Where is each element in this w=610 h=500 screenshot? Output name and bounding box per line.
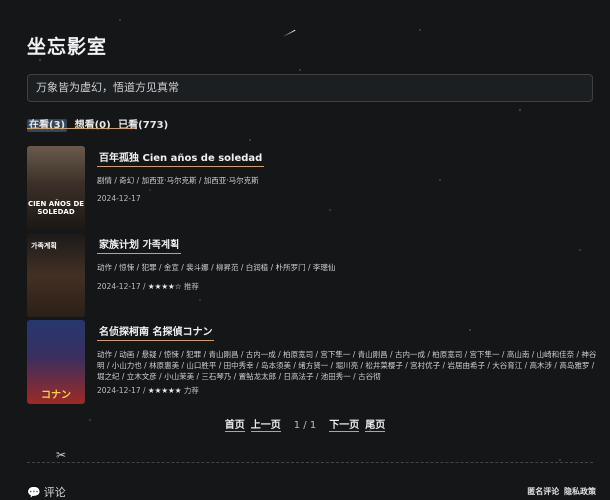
page-title: 坐忘影室 — [27, 36, 108, 58]
last-page-link[interactable]: 尾页 — [365, 420, 386, 432]
privacy-policy-link[interactable]: 隐私政策 — [564, 487, 596, 496]
star-rating: ★★★★★ — [147, 386, 182, 395]
item-date-rating: 2024-12-17 / ★★★★★ 力荐 — [97, 385, 597, 396]
prev-page-link[interactable]: 上一页 — [250, 420, 281, 432]
tab-want-to-watch[interactable]: 想看(0) — [75, 120, 111, 131]
item-info: 名侦探柯南 名探偵コナン 动作 / 动画 / 悬疑 / 惊悚 / 犯罪 / 青山… — [97, 320, 597, 396]
next-page-link[interactable]: 下一页 — [329, 420, 360, 432]
movie-poster[interactable]: コナン — [27, 320, 85, 404]
movie-poster[interactable]: 가족계획 — [27, 233, 85, 317]
item-date-rating: 2024-12-17 / ★★★★☆ 推荐 — [97, 281, 597, 292]
item-info: 家族计划 가족계획 动作 / 惊悚 / 犯罪 / 金宣 / 裴斗娜 / 柳昇范 … — [97, 233, 597, 292]
movie-poster[interactable]: CIEN AÑOS DE SOLEDAD — [27, 146, 85, 230]
item-title-link[interactable]: 百年孤独 Cien años de soledad — [97, 149, 265, 167]
anonymous-comment-link[interactable]: 匿名评论 — [527, 487, 559, 496]
recommend-label: 推荐 — [183, 282, 199, 291]
dashed-divider — [27, 462, 593, 463]
item-meta: 动作 / 惊悚 / 犯罪 / 金宣 / 裴斗娜 / 柳昇范 / 白润植 / 朴所… — [97, 263, 336, 272]
page-count: 1 / 1 — [293, 420, 317, 431]
item-meta: 剧情 / 奇幻 / 加西亚·马尔克斯 / 加西亚·马尔克斯 — [97, 176, 259, 185]
poster-title: CIEN AÑOS DE SOLEDAD — [27, 200, 85, 216]
comment-icon: 💬 — [27, 486, 41, 499]
item-date: 2024-12-17 — [97, 194, 141, 203]
item-info: 百年孤独 Cien años de soledad 剧情 / 奇幻 / 加西亚·… — [97, 146, 597, 203]
pagination: 首页 上一页 1 / 1 下一页 尾页 — [0, 416, 610, 432]
comment-label: 评论 — [43, 486, 66, 499]
tab-watched[interactable]: 已看(773) — [118, 120, 168, 131]
item-title-link[interactable]: 名侦探柯南 名探偵コナン — [97, 323, 215, 341]
star-rating: ★★★★☆ — [147, 282, 182, 291]
item-meta: 动作 / 动画 / 悬疑 / 惊悚 / 犯罪 / 青山刚昌 / 古内一成 / 柏… — [97, 350, 597, 381]
item-date: 2024-12-17 / — [97, 386, 148, 395]
search-input[interactable]: 万象皆为虚幻，悟道方见真常 — [27, 74, 593, 102]
shooting-star — [282, 29, 296, 38]
comment-header: 💬 评论 — [27, 484, 66, 500]
poster-title: 가족계획 — [31, 242, 57, 250]
tab-watching[interactable]: 在看(3) — [27, 119, 68, 132]
item-title-link[interactable]: 家族计划 가족계획 — [97, 236, 182, 254]
footer-links: 匿名评论 隐私政策 — [525, 486, 596, 497]
first-page-link[interactable]: 首页 — [224, 420, 245, 432]
scissors-icon: ✂ — [56, 448, 67, 462]
item-date: 2024-12-17 / — [97, 282, 148, 291]
recommend-label: 力荐 — [183, 386, 199, 395]
poster-title: コナン — [41, 390, 71, 401]
tab-underline — [27, 128, 135, 129]
